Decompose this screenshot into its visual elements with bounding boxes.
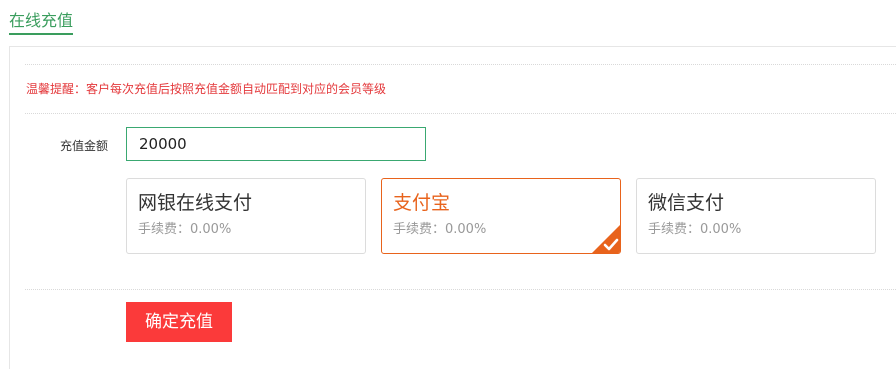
divider-bottom <box>25 289 896 290</box>
amount-label: 充值金额 <box>60 139 109 153</box>
payment-option-name: 网银在线支付 <box>138 192 253 214</box>
confirm-recharge-button[interactable]: 确定充值 <box>126 302 232 342</box>
notice-text: 温馨提醒：客户每次充值后按照充值金额自动匹配到对应的会员等级 <box>26 82 387 96</box>
checkmark-corner-icon <box>592 225 620 253</box>
payment-option-fee: 手续费：0.00% <box>138 222 232 237</box>
recharge-panel: 温馨提醒：客户每次充值后按照充值金额自动匹配到对应的会员等级 充值金额 网银在线… <box>9 46 896 369</box>
amount-input[interactable] <box>126 127 426 161</box>
payment-option-alipay[interactable]: 支付宝 手续费：0.00% <box>381 178 621 254</box>
divider-notice <box>25 113 896 114</box>
payment-option-fee: 手续费：0.00% <box>648 222 742 237</box>
payment-option-wechat[interactable]: 微信支付 手续费：0.00% <box>636 178 876 254</box>
payment-option-name: 微信支付 <box>648 192 725 214</box>
tab-online-recharge[interactable]: 在线充值 <box>9 12 74 35</box>
payment-option-name: 支付宝 <box>393 192 451 214</box>
payment-option-fee: 手续费：0.00% <box>393 222 487 237</box>
payment-option-bank[interactable]: 网银在线支付 手续费：0.00% <box>126 178 366 254</box>
recharge-page: 在线充值 温馨提醒：客户每次充值后按照充值金额自动匹配到对应的会员等级 充值金额… <box>0 0 896 369</box>
divider-top <box>25 64 896 65</box>
